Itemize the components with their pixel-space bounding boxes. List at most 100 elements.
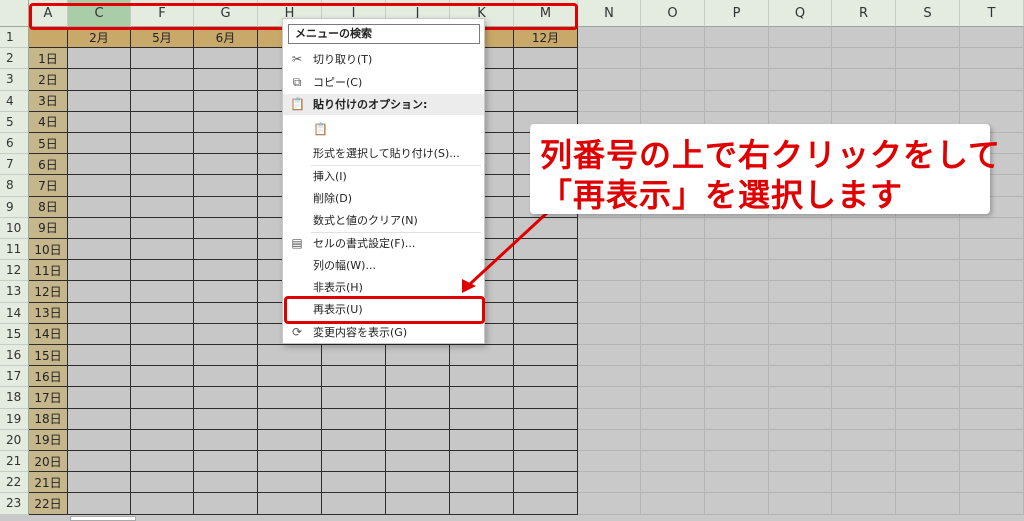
grid-cell[interactable] <box>386 366 450 388</box>
menu-item-show-changes[interactable]: ⟳ 変更内容を表示(G) <box>283 322 484 343</box>
grid-cell[interactable] <box>131 345 194 367</box>
grid-cell[interactable] <box>194 239 258 261</box>
grid-cell[interactable] <box>386 408 450 430</box>
grid-cell[interactable] <box>832 345 896 367</box>
menu-item-hide[interactable]: 非表示(H) <box>283 277 484 298</box>
grid-cell[interactable] <box>514 345 578 367</box>
grid-cell[interactable] <box>705 48 769 70</box>
grid-cell[interactable] <box>896 429 960 451</box>
row-header[interactable]: 1 <box>0 27 29 49</box>
row-header[interactable]: 9 <box>0 196 29 218</box>
grid-cell[interactable] <box>322 429 386 451</box>
grid-cell[interactable] <box>131 48 194 70</box>
day-cell[interactable]: 5日 <box>29 133 68 155</box>
menu-item-delete[interactable]: 削除(D) <box>283 188 484 209</box>
grid-cell[interactable] <box>896 493 960 515</box>
grid-cell[interactable] <box>68 260 131 282</box>
menu-item-copy[interactable]: ⧉ コピー(C) <box>283 72 484 93</box>
grid-cell[interactable] <box>514 493 578 515</box>
grid-cell[interactable] <box>769 345 832 367</box>
grid-cell[interactable] <box>769 408 832 430</box>
grid-cell[interactable] <box>514 451 578 473</box>
grid-cell[interactable] <box>450 366 514 388</box>
grid-cell[interactable] <box>258 345 322 367</box>
grid-cell[interactable] <box>514 472 578 494</box>
day-cell[interactable]: 2日 <box>29 69 68 91</box>
grid-cell[interactable] <box>194 302 258 324</box>
menu-item-paste-special[interactable]: 形式を選択して貼り付け(S)... <box>283 143 484 164</box>
grid-cell[interactable] <box>896 451 960 473</box>
grid-cell[interactable] <box>832 27 896 49</box>
grid-cell[interactable] <box>131 260 194 282</box>
grid-cell[interactable] <box>641 366 705 388</box>
grid-cell[interactable] <box>194 175 258 197</box>
grid-cell[interactable] <box>705 387 769 409</box>
grid-cell[interactable] <box>68 111 131 133</box>
grid-cell[interactable] <box>514 69 578 91</box>
grid-cell[interactable] <box>194 154 258 176</box>
grid-cell[interactable] <box>131 196 194 218</box>
grid-cell[interactable] <box>896 217 960 239</box>
row-header[interactable]: 11 <box>0 239 29 261</box>
grid-cell[interactable] <box>705 260 769 282</box>
grid-cell[interactable] <box>450 408 514 430</box>
grid-cell[interactable] <box>769 217 832 239</box>
grid-cell[interactable] <box>896 239 960 261</box>
grid-cell[interactable] <box>578 451 641 473</box>
grid-cell[interactable] <box>769 90 832 112</box>
grid-cell[interactable] <box>514 429 578 451</box>
grid-cell[interactable] <box>705 90 769 112</box>
day-cell[interactable]: 15日 <box>29 345 68 367</box>
grid-cell[interactable] <box>68 239 131 261</box>
column-header[interactable]: R <box>832 0 896 27</box>
grid-cell[interactable] <box>258 387 322 409</box>
grid-cell[interactable] <box>705 323 769 345</box>
grid-cell[interactable] <box>514 387 578 409</box>
grid-cell[interactable] <box>896 27 960 49</box>
grid-cell[interactable] <box>705 217 769 239</box>
grid-cell[interactable] <box>641 90 705 112</box>
grid-cell[interactable] <box>769 48 832 70</box>
grid-cell[interactable] <box>769 472 832 494</box>
grid-cell[interactable] <box>960 302 1024 324</box>
grid-cell[interactable] <box>258 472 322 494</box>
grid-cell[interactable] <box>194 90 258 112</box>
grid-cell[interactable] <box>386 345 450 367</box>
grid-cell[interactable] <box>322 472 386 494</box>
grid-cell[interactable] <box>578 48 641 70</box>
grid-cell[interactable] <box>960 493 1024 515</box>
day-cell[interactable]: 1日 <box>29 48 68 70</box>
grid-cell[interactable] <box>641 345 705 367</box>
grid-cell[interactable] <box>705 472 769 494</box>
grid-cell[interactable] <box>194 48 258 70</box>
row-header[interactable]: 12 <box>0 260 29 282</box>
row-header[interactable]: 5 <box>0 111 29 133</box>
grid-cell[interactable] <box>641 387 705 409</box>
grid-cell[interactable] <box>578 366 641 388</box>
grid-cell[interactable] <box>578 493 641 515</box>
grid-cell[interactable] <box>258 451 322 473</box>
grid-cell[interactable] <box>641 472 705 494</box>
grid-cell[interactable] <box>322 408 386 430</box>
day-cell[interactable]: 9日 <box>29 217 68 239</box>
grid-cell[interactable] <box>131 111 194 133</box>
grid-cell[interactable] <box>896 260 960 282</box>
grid-cell[interactable] <box>194 133 258 155</box>
grid-cell[interactable] <box>514 281 578 303</box>
day-cell[interactable]: 7日 <box>29 175 68 197</box>
day-cell[interactable]: 10日 <box>29 239 68 261</box>
grid-cell[interactable] <box>68 429 131 451</box>
grid-cell[interactable] <box>514 217 578 239</box>
grid-cell[interactable] <box>68 69 131 91</box>
grid-cell[interactable] <box>450 472 514 494</box>
grid-cell[interactable] <box>131 451 194 473</box>
grid-cell[interactable] <box>322 451 386 473</box>
grid-cell[interactable] <box>194 111 258 133</box>
grid-cell[interactable] <box>131 175 194 197</box>
grid-cell[interactable] <box>68 472 131 494</box>
grid-cell[interactable] <box>194 429 258 451</box>
day-cell[interactable]: 20日 <box>29 451 68 473</box>
grid-cell[interactable] <box>705 345 769 367</box>
grid-cell[interactable] <box>960 239 1024 261</box>
grid-cell[interactable] <box>960 366 1024 388</box>
